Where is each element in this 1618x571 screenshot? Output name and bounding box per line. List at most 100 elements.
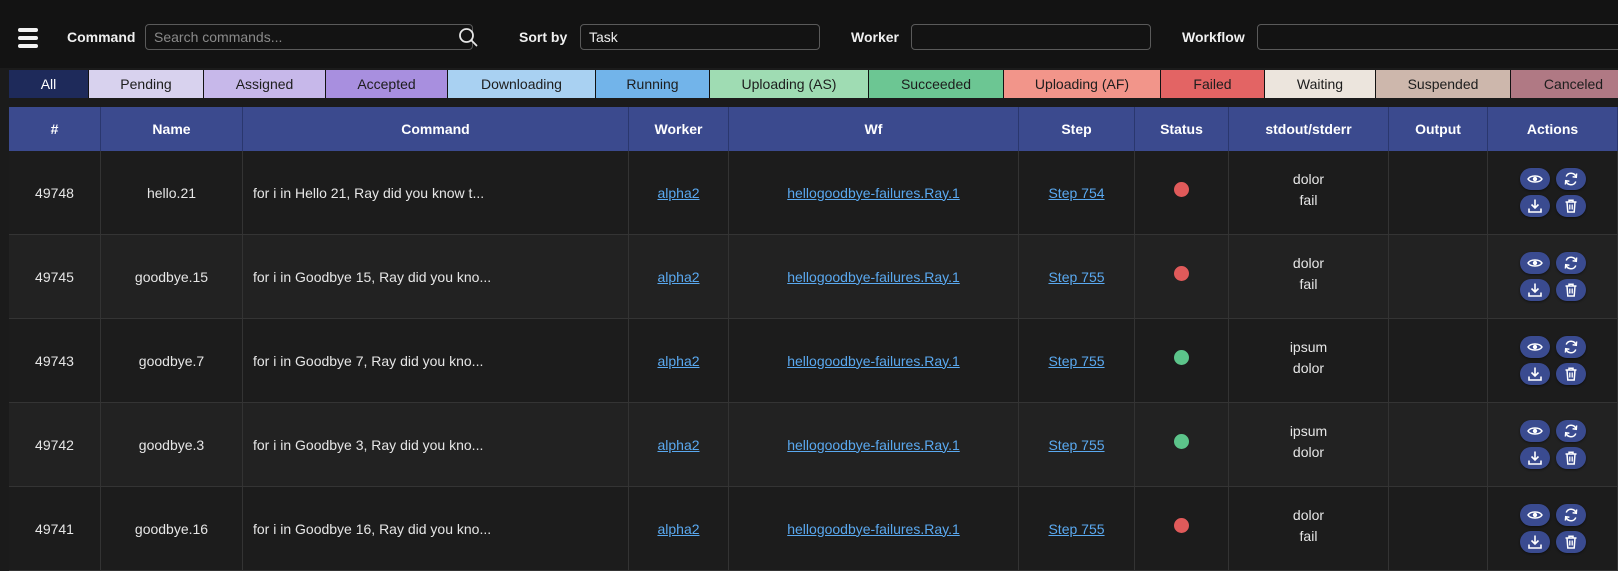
cell-worker: alpha2 <box>629 487 729 570</box>
column-header-status[interactable]: Status <box>1135 107 1229 151</box>
rerun-button[interactable] <box>1555 420 1586 442</box>
command-search-input[interactable] <box>145 24 473 50</box>
cell-command: for i in Hello 21, Ray did you know t... <box>243 151 629 234</box>
workflow-input[interactable] <box>1257 24 1618 50</box>
cell-id: 49741 <box>9 487 101 570</box>
column-header-name[interactable]: Name <box>101 107 243 151</box>
step-link[interactable]: Step 754 <box>1048 185 1104 201</box>
download-icon <box>1527 198 1543 214</box>
eye-icon <box>1526 423 1543 439</box>
delete-button[interactable] <box>1555 531 1586 553</box>
status-chip-canceled[interactable]: Canceled <box>1511 70 1618 98</box>
step-link[interactable]: Step 755 <box>1048 353 1104 369</box>
workflow-link[interactable]: hellogoodbye-failures.Ray.1 <box>787 521 960 537</box>
workflow-link[interactable]: hellogoodbye-failures.Ray.1 <box>787 437 960 453</box>
rerun-button[interactable] <box>1555 252 1586 274</box>
workflow-link[interactable]: hellogoodbye-failures.Ray.1 <box>787 269 960 285</box>
table-body: 49748 hello.21 for i in Hello 21, Ray did … <box>9 151 1618 571</box>
sort-by-label: Sort by <box>519 29 568 45</box>
stdout-text: dolor <box>1292 170 1325 187</box>
cell-output <box>1389 235 1488 318</box>
download-button[interactable] <box>1519 195 1550 217</box>
stdout-stderr-stack: ipsum dolor <box>1290 337 1327 379</box>
cell-worker: alpha2 <box>629 235 729 318</box>
status-chip-uploading-af[interactable]: Uploading (AF) <box>1004 70 1161 98</box>
column-header-actions[interactable]: Actions <box>1488 107 1618 151</box>
download-button[interactable] <box>1519 447 1550 469</box>
stdout-stderr-stack: dolor fail <box>1293 253 1324 295</box>
worker-input[interactable] <box>911 24 1151 50</box>
rerun-button[interactable] <box>1555 336 1586 358</box>
view-button[interactable] <box>1519 420 1550 442</box>
workflow-link[interactable]: hellogoodbye-failures.Ray.1 <box>787 185 960 201</box>
table-row[interactable]: 49743 goodbye.7 for i in Goodbye 7, Ray di… <box>9 319 1618 403</box>
row-actions <box>1519 420 1586 469</box>
download-button[interactable] <box>1519 363 1550 385</box>
row-actions <box>1519 168 1586 217</box>
delete-button[interactable] <box>1555 279 1586 301</box>
worker-link[interactable]: alpha2 <box>657 269 699 285</box>
view-button[interactable] <box>1519 252 1550 274</box>
workflow-link[interactable]: hellogoodbye-failures.Ray.1 <box>787 353 960 369</box>
cell-stdout-stderr: dolor fail <box>1229 151 1389 234</box>
cell-command: for i in Goodbye 15, Ray did you kno... <box>243 235 629 318</box>
delete-button[interactable] <box>1555 195 1586 217</box>
refresh-icon <box>1563 507 1579 523</box>
step-link[interactable]: Step 755 <box>1048 269 1104 285</box>
step-link[interactable]: Step 755 <box>1048 521 1104 537</box>
table-row[interactable]: 49742 goodbye.3 for i in Goodbye 3, Ray di… <box>9 403 1618 487</box>
status-chip-failed[interactable]: Failed <box>1161 70 1265 98</box>
worker-link[interactable]: alpha2 <box>657 521 699 537</box>
download-button[interactable] <box>1519 531 1550 553</box>
status-chip-uploading-as[interactable]: Uploading (AS) <box>710 70 869 98</box>
row-actions <box>1519 504 1586 553</box>
view-button[interactable] <box>1519 504 1550 526</box>
status-chip-downloading[interactable]: Downloading <box>448 70 596 98</box>
status-dot <box>1174 182 1189 197</box>
worker-link[interactable]: alpha2 <box>657 185 699 201</box>
status-chip-assigned[interactable]: Assigned <box>204 70 326 98</box>
column-header-step[interactable]: Step <box>1019 107 1135 151</box>
step-link[interactable]: Step 755 <box>1048 437 1104 453</box>
eye-icon <box>1526 171 1543 187</box>
table-row[interactable]: 49741 goodbye.16 for i in Goodbye 16, Ray … <box>9 487 1618 571</box>
delete-button[interactable] <box>1555 447 1586 469</box>
stderr-text: fail <box>1299 527 1318 544</box>
column-header-command[interactable]: Command <box>243 107 629 151</box>
status-chip-pending[interactable]: Pending <box>89 70 204 98</box>
worker-link[interactable]: alpha2 <box>657 437 699 453</box>
download-button[interactable] <box>1519 279 1550 301</box>
table-row[interactable]: 49745 goodbye.15 for i in Goodbye 15, Ray … <box>9 235 1618 319</box>
cell-name: hello.21 <box>101 151 243 234</box>
sort-by-select[interactable] <box>580 24 820 50</box>
status-chip-running[interactable]: Running <box>596 70 710 98</box>
eye-icon <box>1526 255 1543 271</box>
status-chip-waiting[interactable]: Waiting <box>1265 70 1376 98</box>
cell-id: 49745 <box>9 235 101 318</box>
worker-link[interactable]: alpha2 <box>657 353 699 369</box>
cell-status <box>1135 235 1229 318</box>
delete-button[interactable] <box>1555 363 1586 385</box>
column-header-worker[interactable]: Worker <box>629 107 729 151</box>
column-header-output[interactable]: Output <box>1389 107 1488 151</box>
column-header-id[interactable]: # <box>9 107 101 151</box>
cell-name: goodbye.15 <box>101 235 243 318</box>
status-chip-suspended[interactable]: Suspended <box>1376 70 1511 98</box>
stdout-text: dolor <box>1292 506 1325 523</box>
cell-output <box>1389 403 1488 486</box>
status-chip-accepted[interactable]: Accepted <box>326 70 448 98</box>
table-row[interactable]: 49748 hello.21 for i in Hello 21, Ray did … <box>9 151 1618 235</box>
status-chip-all[interactable]: All <box>9 70 89 98</box>
column-header-wf[interactable]: Wf <box>729 107 1019 151</box>
status-dot <box>1174 434 1189 449</box>
trash-icon <box>1563 282 1579 298</box>
stdout-stderr-stack: dolor fail <box>1293 505 1324 547</box>
view-button[interactable] <box>1519 168 1550 190</box>
rerun-button[interactable] <box>1555 168 1586 190</box>
cell-actions <box>1488 403 1618 486</box>
rerun-button[interactable] <box>1555 504 1586 526</box>
view-button[interactable] <box>1519 336 1550 358</box>
column-header-stdout-stderr[interactable]: stdout/stderr <box>1229 107 1389 151</box>
menu-icon[interactable] <box>18 28 38 50</box>
status-chip-succeeded[interactable]: Succeeded <box>869 70 1004 98</box>
